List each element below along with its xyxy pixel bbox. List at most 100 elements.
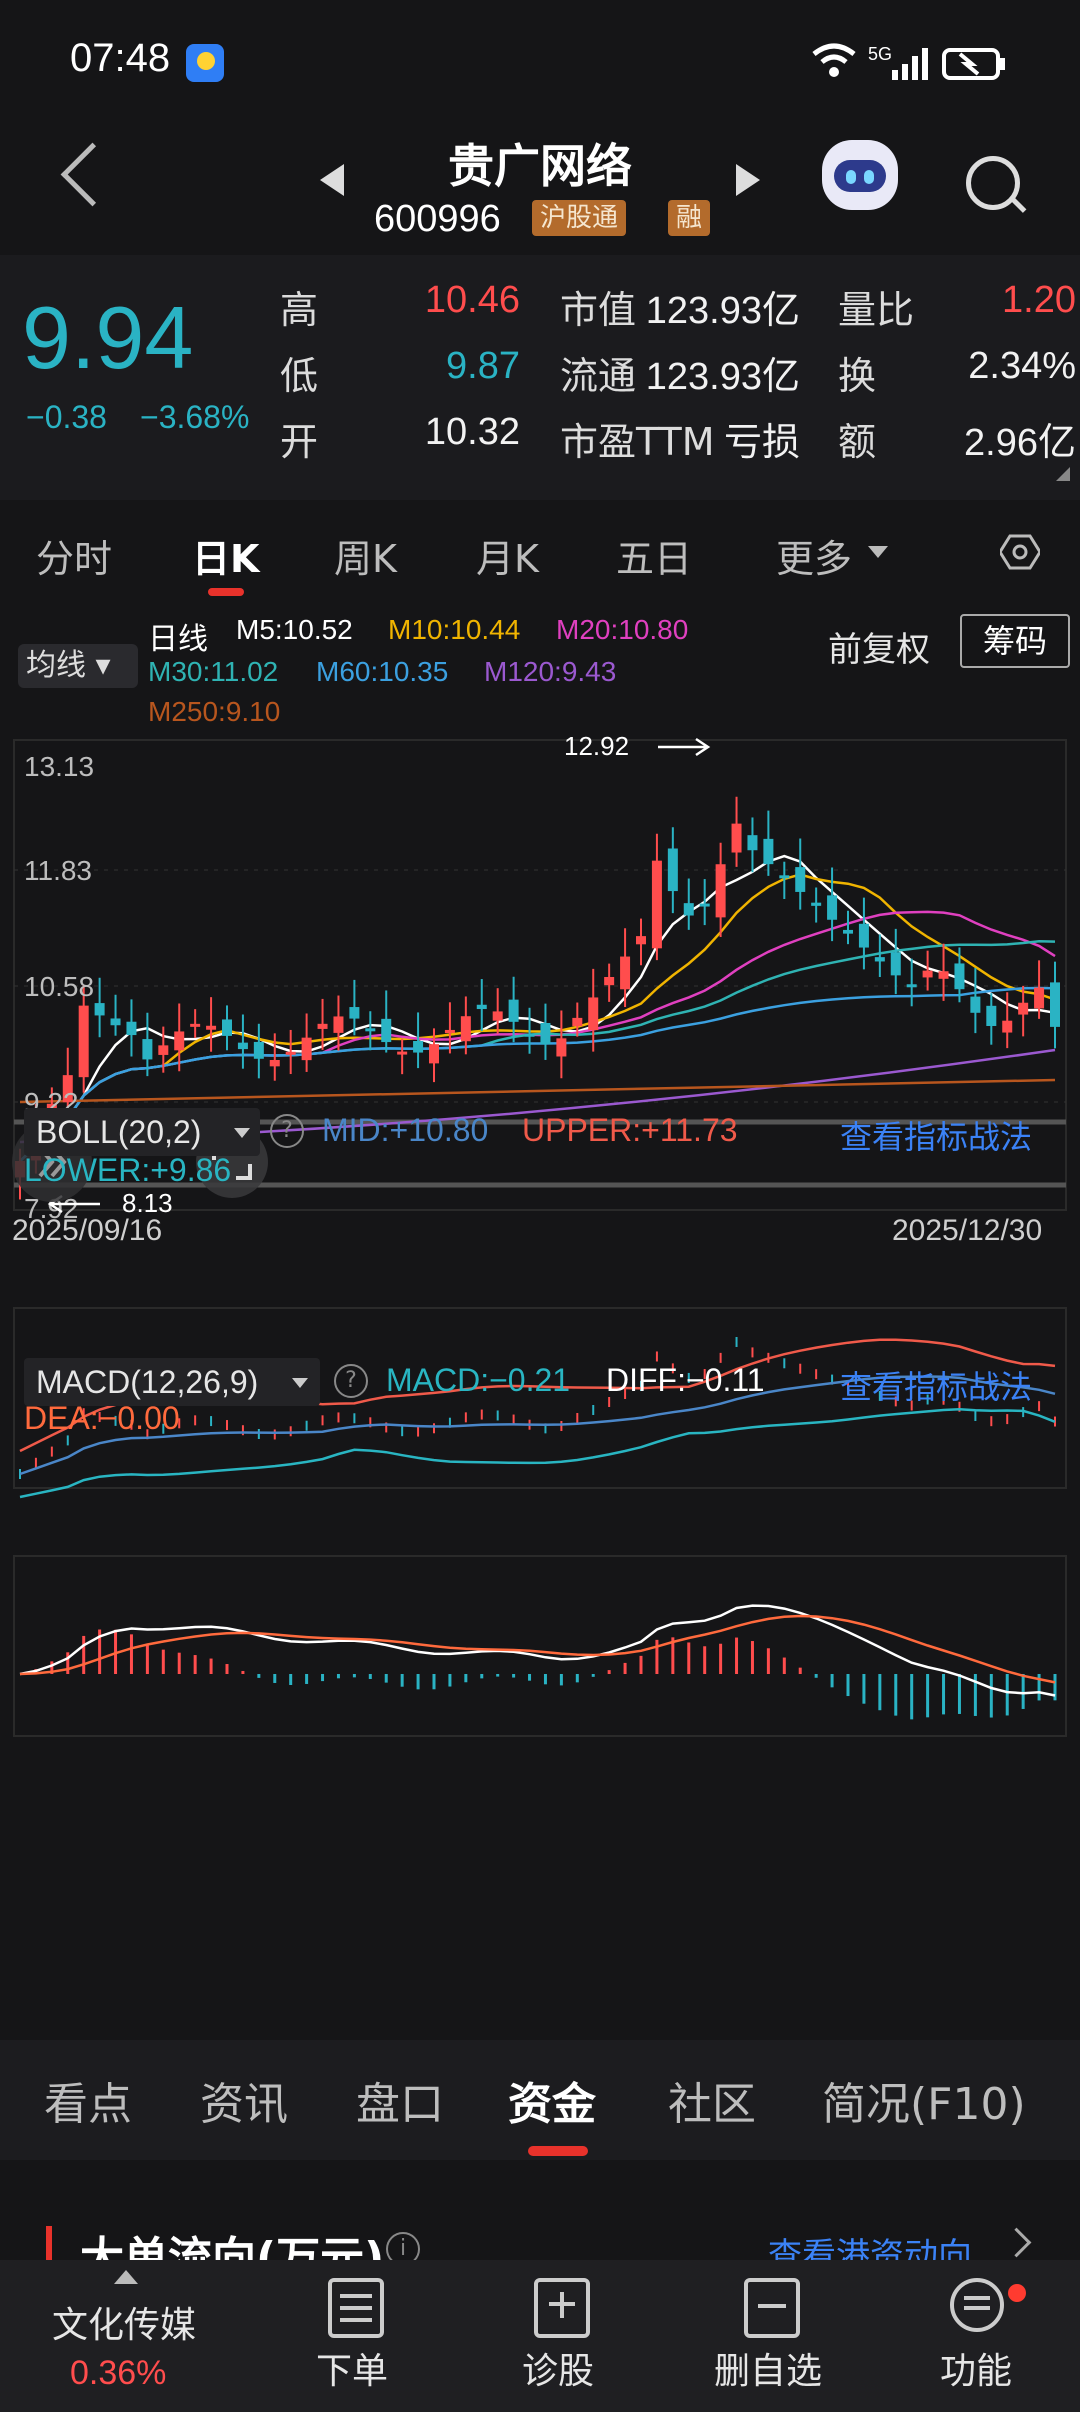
- tab-five-day[interactable]: 五日: [616, 528, 692, 583]
- macd-dea: DEA:−0.00: [24, 1400, 180, 1436]
- sector-change: 0.36%: [70, 2354, 167, 2392]
- candle-body: [827, 895, 838, 920]
- candle-body: [683, 903, 694, 916]
- tab-highlights[interactable]: 看点: [44, 2068, 132, 2132]
- pe-value: 亏损: [723, 422, 800, 464]
- order-icon[interactable]: [328, 2278, 384, 2338]
- ma-selector[interactable]: 均线 ▾: [18, 644, 138, 688]
- tab-news[interactable]: 资讯: [200, 2068, 288, 2132]
- candle-body: [190, 1023, 201, 1027]
- low-label: 低: [280, 354, 319, 398]
- chip-button[interactable]: 筹码: [960, 614, 1070, 668]
- date-end: 2025/12/30: [892, 1214, 1042, 1247]
- tab-daily-k[interactable]: 日K: [192, 528, 259, 583]
- boll-upper: UPPER:+11.73: [522, 1112, 738, 1148]
- nav-order[interactable]: 下单: [282, 2342, 422, 2394]
- tab-community[interactable]: 社区: [668, 2068, 756, 2132]
- mcap-value: 123.93亿: [645, 290, 800, 332]
- legend-m250: M250:9.10: [148, 696, 281, 727]
- candle-body: [843, 929, 853, 934]
- candle-body: [572, 1017, 583, 1027]
- candle-body: [333, 1016, 344, 1033]
- stock-name: 贵广网络: [448, 139, 632, 193]
- battery-icon: [942, 48, 1005, 80]
- macd-chart: [19, 1604, 1057, 1720]
- tab-monthly-k[interactable]: 月K: [476, 528, 539, 583]
- candle-body: [397, 1051, 408, 1055]
- amount-label: 额: [838, 420, 877, 464]
- candle-body: [524, 1033, 535, 1037]
- chevron-down-icon: [292, 1378, 308, 1388]
- hk-connect-badge: 沪股通: [532, 200, 627, 236]
- candle-body: [795, 867, 806, 892]
- candle-body: [78, 1005, 89, 1078]
- turnover-label: 换: [838, 354, 877, 398]
- pe-label: 市盈TTM: [560, 420, 715, 464]
- nav-remove-watchlist[interactable]: 删自选: [698, 2342, 838, 2394]
- tab-weekly-k[interactable]: 周K: [334, 528, 397, 583]
- candle-body: [1034, 987, 1045, 1009]
- candle-body: [476, 1004, 487, 1010]
- prev-stock-icon[interactable]: [320, 164, 344, 196]
- candle-body: [986, 1005, 997, 1026]
- macd-diff: DIFF:−0.11: [606, 1362, 765, 1398]
- current-price: 9.94: [22, 288, 194, 387]
- macd-strategy-link[interactable]: 查看指标战法: [840, 1362, 1032, 1408]
- nav-diagnose[interactable]: 诊股: [488, 2342, 628, 2394]
- candle-body: [540, 1022, 551, 1045]
- sector-name[interactable]: 文化传媒: [52, 2296, 196, 2348]
- candle-body: [508, 999, 519, 1022]
- ai-assistant-icon[interactable]: [822, 140, 898, 210]
- candle-body: [715, 864, 726, 918]
- macd-selector[interactable]: MACD(12,26,9): [24, 1358, 320, 1406]
- tab-profile-f10[interactable]: 简况(F10): [822, 2068, 1026, 2132]
- period-label: 日线: [148, 623, 208, 656]
- search-icon[interactable]: [966, 156, 1020, 210]
- price-change-pct: −3.68%: [140, 399, 250, 435]
- ma-selector-label: 均线: [26, 648, 86, 683]
- candle-body: [763, 838, 774, 865]
- candle-body: [811, 902, 822, 906]
- candle-body: [620, 956, 631, 990]
- candle-body: [954, 963, 965, 990]
- tab-orderbook[interactable]: 盘口: [356, 2068, 444, 2132]
- candle-body: [317, 1023, 328, 1029]
- settings-icon[interactable]: [1000, 532, 1040, 572]
- legend-m10: M10:10.44: [388, 614, 521, 645]
- candle-body: [206, 1025, 217, 1030]
- tab-capital[interactable]: 资金: [508, 2068, 596, 2132]
- function-icon[interactable]: [950, 2278, 1004, 2332]
- margin-badge: 融: [668, 200, 711, 236]
- diagnose-icon[interactable]: [534, 2278, 590, 2338]
- candle-body: [142, 1039, 153, 1060]
- candle-body: [301, 1037, 312, 1061]
- tab-more[interactable]: 更多: [776, 528, 852, 583]
- expand-corner-icon[interactable]: [1056, 467, 1070, 481]
- candle-body: [747, 835, 758, 851]
- high-label: 高: [280, 288, 319, 332]
- tab-intraday[interactable]: 分时: [36, 528, 112, 583]
- max-price-label: 12.92: [564, 731, 629, 761]
- adjust-mode[interactable]: 前复权: [828, 622, 930, 671]
- boll-strategy-link[interactable]: 查看指标战法: [840, 1112, 1032, 1158]
- next-stock-icon[interactable]: [736, 164, 760, 196]
- candle-body: [890, 952, 901, 976]
- tab-active-indicator: [208, 588, 244, 596]
- remove-watchlist-icon[interactable]: [744, 2278, 800, 2338]
- date-start: 2025/09/16: [12, 1214, 162, 1247]
- candle-body: [492, 1011, 503, 1021]
- candle-body: [651, 860, 662, 949]
- boll-selector[interactable]: BOLL(20,2): [24, 1108, 260, 1156]
- stock-code: 600996: [374, 198, 501, 240]
- candle-body: [285, 1051, 296, 1055]
- capital-flow-section: 大单流向(万元) i 查看港资动向: [0, 2160, 1080, 2284]
- candle-body: [779, 875, 790, 879]
- legend-m120: M120:9.43: [484, 656, 617, 687]
- nav-function[interactable]: 功能: [906, 2342, 1046, 2394]
- volume-ratio-value: 1.20: [1002, 279, 1076, 321]
- candle-body: [858, 923, 869, 948]
- help-icon[interactable]: ?: [270, 1114, 304, 1148]
- back-icon[interactable]: [60, 142, 125, 207]
- candle-body: [460, 1016, 471, 1042]
- help-icon[interactable]: ?: [334, 1364, 368, 1398]
